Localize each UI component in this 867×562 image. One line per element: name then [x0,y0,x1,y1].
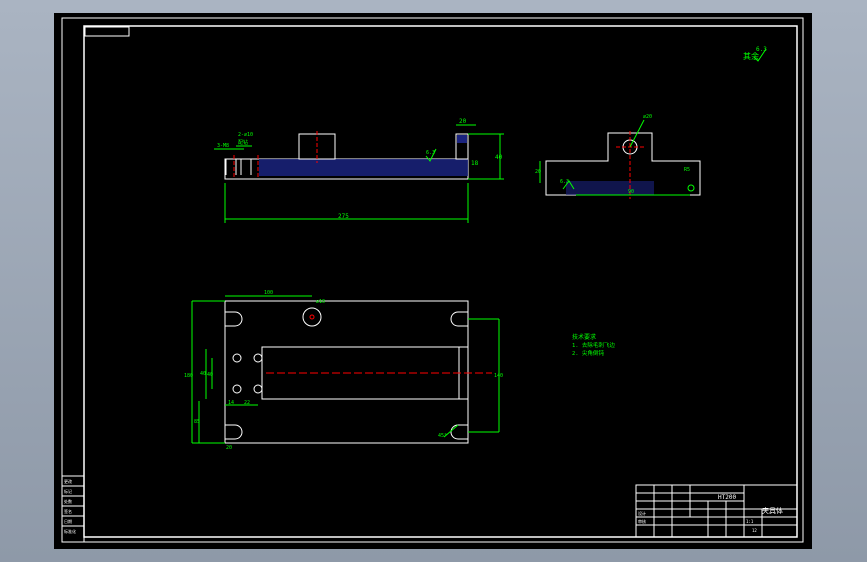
tb-material: HT200 [718,494,736,501]
u-slot-tl [225,311,243,327]
tb-sheet: 12 [752,528,757,533]
dim-side-width: 20 [459,118,467,125]
dim-small-a: 18 [471,160,479,167]
change-cell-2: 标记 [64,488,72,494]
tb-label-a: 设计 [638,510,646,516]
front-view: 275 40 20 18 3-M8 2-∅10 配钻 6.3 [214,118,504,223]
front-hatch-area [259,159,468,176]
dim-left-b: 85 [194,419,200,425]
tech-item-1: 1. 去除毛刺飞边 [572,341,615,349]
angle-label: 45° [438,433,447,439]
u-slot-bl [225,424,243,440]
hole-2 [253,353,263,363]
drawing-viewport[interactable]: 其余 6.3 275 40 20 18 3-M8 2-∅10 配钻 6.3 ∅2… [54,13,812,549]
change-cell-4: 签名 [64,508,72,514]
dim-bottom-b: 22 [244,400,250,406]
dim-top-length: 100 [264,290,273,296]
inner-border [83,25,798,538]
hole-note2: 配钻 [238,139,248,146]
side-left-dim: 20 [535,169,541,175]
front-stop-hatch [457,135,467,143]
u-slot-tr [450,311,468,327]
dim-small-top: 40 [207,372,213,378]
side-bottom-dim: 90 [628,189,634,195]
side-radius-label: R5 [684,167,690,173]
dim-side-height: 40 [495,154,503,161]
top-boss-hole [302,307,322,327]
outer-border [61,17,804,543]
u-slot-br [450,424,468,440]
hole-1 [232,353,242,363]
tech-item-2: 2. 尖角倒钝 [572,349,604,357]
dim-height-left: 180 [184,373,193,379]
corner-tag [84,26,130,37]
title-block: HT200 夹具体 设计 审核 1:1 12 [635,484,798,538]
change-cell-6: 标准化 [64,528,76,534]
side-rough-value: 6.3 [560,179,569,185]
hole-note: 2-∅10 [238,132,253,138]
side-hatch [566,181,654,195]
dim-hole-label: ∅10 [316,299,325,305]
cad-drawing-canvas[interactable]: 其余 6.3 275 40 20 18 3-M8 2-∅10 配钻 6.3 ∅2… [54,13,812,549]
hole-4 [253,384,263,394]
tech-title: 技术要求 [572,333,596,341]
hole-3 [232,384,242,394]
roughness-note: 其余 6.3 [743,46,767,62]
change-cell-1: 更改 [64,478,72,484]
side-hole-dim: ∅20 [643,114,652,120]
side-datum-circle [687,184,695,192]
dim-bottom-small: 20 [226,445,232,451]
dim-bottom-a: 14 [228,400,234,406]
dim-slot-spacing: 140 [494,373,503,379]
dim-total-length: 275 [338,213,349,220]
tech-requirements: 技术要求 1. 去除毛刺飞边 2. 尖角倒钝 [572,333,615,357]
tb-label-b: 审核 [638,518,646,524]
tb-scale: 1:1 [746,519,754,524]
top-boss-center [309,314,315,320]
side-view: ∅20 20 90 R5 6.3 [535,114,701,199]
callout-a: 3-M8 [217,143,229,149]
tb-part-name: 夹具体 [762,506,783,515]
change-table: 更改 标记 处数 签名 日期 标准化 [61,475,85,543]
change-cell-3: 处数 [64,498,72,504]
dim-left-a: 40 [200,371,206,377]
top-view: 100 ∅10 180 140 40 40 85 14 22 20 45° [184,290,503,451]
top-outline [224,300,469,444]
change-cell-5: 日期 [64,518,72,524]
